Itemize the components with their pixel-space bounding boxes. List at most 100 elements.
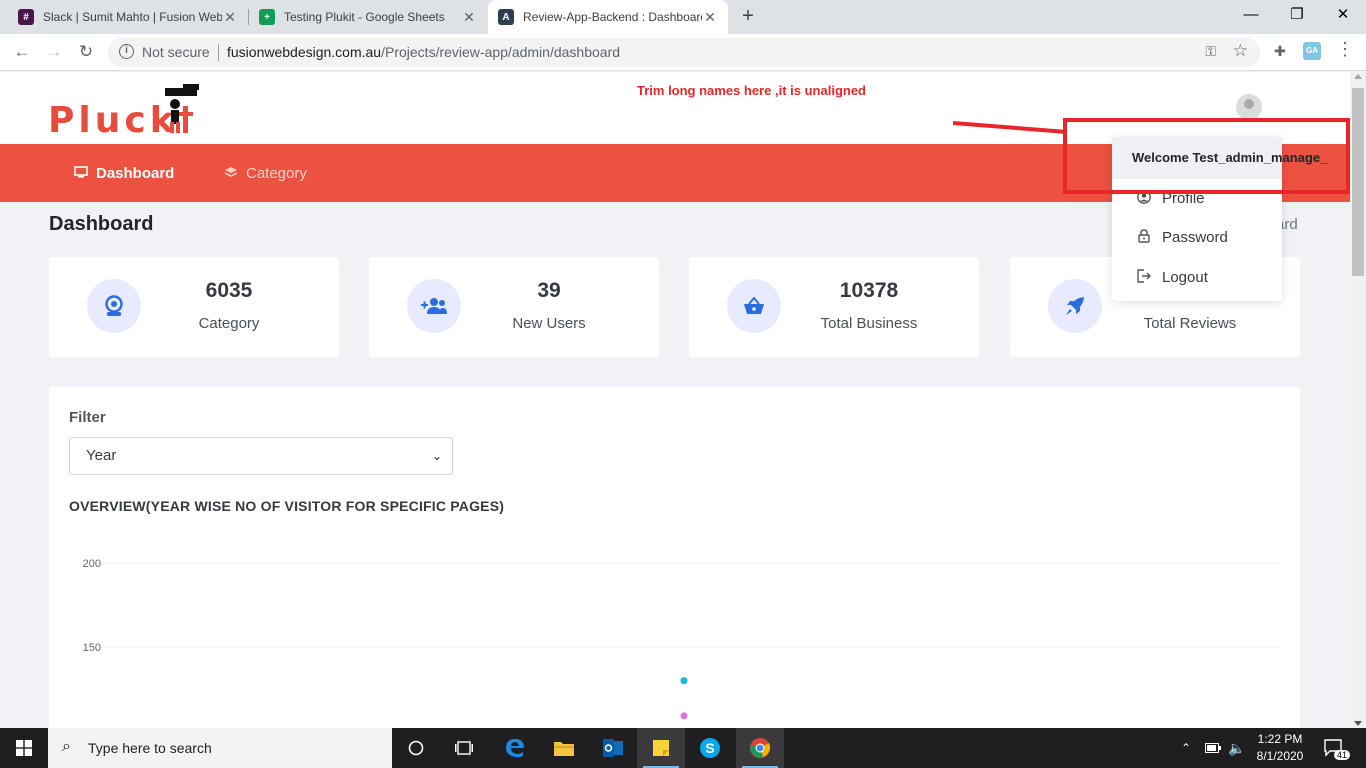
stat-card-total-business: 10378 Total Business [689,257,979,357]
url-text: fusionwebdesign.com.au/Projects/review-a… [227,44,620,60]
clock-time: 1:22 PM [1257,732,1303,746]
browser-tab-slack[interactable]: # Slack | Sumit Mahto | Fusion Web ✕ [8,0,248,34]
review-annotation-text: Trim long names here ,it is unaligned [637,83,866,98]
browser-tab-review-app[interactable]: A Review-App-Backend : Dashboard ✕ [488,0,728,34]
svg-text:S: S [705,740,714,756]
users-icon [407,279,461,333]
filter-label: Filter [69,409,106,426]
windows-logo-icon [16,740,32,756]
overview-panel: Filter Year ⌄ OVERVIEW(YEAR WISE NO OF V… [49,387,1300,728]
task-view-icon[interactable] [440,728,488,768]
forward-button[interactable]: → [42,40,66,64]
minimize-button[interactable]: — [1228,0,1274,30]
security-label: Not secure [142,44,210,60]
annotation-arrow [953,121,1068,134]
windows-start-button[interactable] [0,728,48,768]
user-avatar[interactable] [1236,94,1262,120]
chart-title: OVERVIEW(YEAR WISE NO OF VISITOR FOR SPE… [69,498,505,514]
stat-card-new-users: 39 New Users [369,257,659,357]
file-explorer-icon[interactable] [540,728,588,768]
new-tab-button[interactable]: + [737,5,759,29]
basket-icon [727,279,781,333]
taskbar-clock[interactable]: 1:22 PM 8/1/2020 [1256,728,1304,768]
webcam-icon [87,279,141,333]
sheets-icon: + [259,9,275,25]
battery-icon[interactable] [1205,728,1221,768]
url-path: /Projects/review-app/admin/dashboard [381,44,621,60]
chart-data-point[interactable] [680,677,688,685]
browser-toolbar: ← → ↻ i Not secure fusionwebdesign.com.a… [0,34,1366,71]
close-tab-icon[interactable]: ✕ [702,9,718,26]
chrome-icon[interactable] [736,728,784,768]
bookmark-star-icon[interactable]: ☆ [1233,41,1248,61]
stat-card-category: 6035 Category [49,257,339,357]
tab-title: Slack | Sumit Mahto | Fusion Web [43,10,222,24]
search-icon: ⌕ [62,738,71,755]
scroll-down-icon[interactable] [1354,721,1362,726]
cortana-icon[interactable] [392,728,440,768]
close-tab-icon[interactable]: ✕ [461,9,477,26]
logout-icon [1136,269,1152,286]
taskbar-search-input[interactable]: ⌕ Type here to search [48,728,392,768]
stat-label: Total Business [820,315,918,332]
layers-icon [224,166,238,181]
chart-data-point[interactable] [680,712,688,720]
slack-icon: # [18,9,34,25]
close-tab-icon[interactable]: ✕ [222,9,238,26]
info-icon[interactable]: i [119,44,134,59]
volume-icon[interactable]: 🔈 [1228,728,1245,768]
nav-item-dashboard[interactable]: Dashboard [74,144,174,202]
nav-item-category[interactable]: Category [224,144,307,202]
stat-value: 39 [537,279,561,302]
y-tick-label: 150 [83,642,101,654]
overview-chart: 200 150 [83,558,1280,720]
skype-icon[interactable]: S [686,728,734,768]
logo-figure-icon [165,84,199,133]
scrollbar-thumb[interactable] [1352,88,1364,276]
lock-icon [1136,229,1152,246]
ga-extension-icon[interactable]: GA [1303,42,1321,60]
app-icon: A [498,9,514,25]
scroll-up-icon[interactable] [1354,74,1362,79]
notification-count-badge: 41 [1334,750,1351,760]
search-placeholder: Type here to search [88,740,212,756]
close-window-button[interactable]: ✕ [1320,0,1366,30]
page-scrollbar[interactable] [1350,72,1366,728]
chevron-down-icon: ⌄ [431,449,442,463]
reload-button[interactable]: ↻ [74,40,98,64]
rocket-icon [1048,279,1102,333]
chrome-menu-icon[interactable]: ⋮ [1336,40,1354,58]
stat-label: Category [198,315,260,332]
clock-date: 8/1/2020 [1256,749,1304,763]
y-tick-label: 200 [83,558,101,570]
url-host: fusionwebdesign.com.au [227,44,382,60]
tray-chevron-up-icon[interactable]: ⌃ [1181,728,1191,768]
stat-value: 10378 [839,279,899,302]
edge-icon[interactable] [491,728,539,768]
stat-label: Total Reviews [1143,315,1237,332]
maximize-button[interactable]: ❐ [1274,0,1320,30]
back-button[interactable]: ← [10,40,34,64]
menu-item-label: Logout [1162,269,1208,286]
menu-item-password[interactable]: Password [1136,229,1228,246]
browser-tab-sheets[interactable]: + Testing Plukit - Google Sheets ✕ [249,0,487,34]
windows-taskbar: ⌕ Type here to search S ⌃ 🔈 1:22 PM 8/1/… [0,728,1366,768]
filter-select[interactable]: Year ⌄ [69,437,453,475]
browser-tab-strip: # Slack | Sumit Mahto | Fusion Web ✕ + T… [0,0,1366,34]
filter-selected-value: Year [86,447,117,464]
outlook-icon[interactable] [589,728,637,768]
logo-text: Pluck [48,100,178,141]
menu-item-logout[interactable]: Logout [1136,269,1208,286]
extensions-puzzle-icon[interactable]: ✚ [1271,42,1289,60]
tab-title: Testing Plukit - Google Sheets [284,10,445,24]
key-icon[interactable]: ⚿ [1205,43,1216,60]
page-viewport: Pluck Trim long names here ,it is unalig… [0,72,1350,728]
nav-item-label: Category [246,164,307,182]
address-bar[interactable]: i Not secure fusionwebdesign.com.au/Proj… [108,38,1260,67]
annotation-highlight-box [1063,118,1350,194]
menu-item-label: Password [1162,229,1228,246]
sticky-notes-icon[interactable] [637,728,685,768]
tab-title: Review-App-Backend : Dashboard [523,10,702,24]
page-title: Dashboard [49,213,154,235]
notifications-icon[interactable]: 41 [1324,728,1351,768]
